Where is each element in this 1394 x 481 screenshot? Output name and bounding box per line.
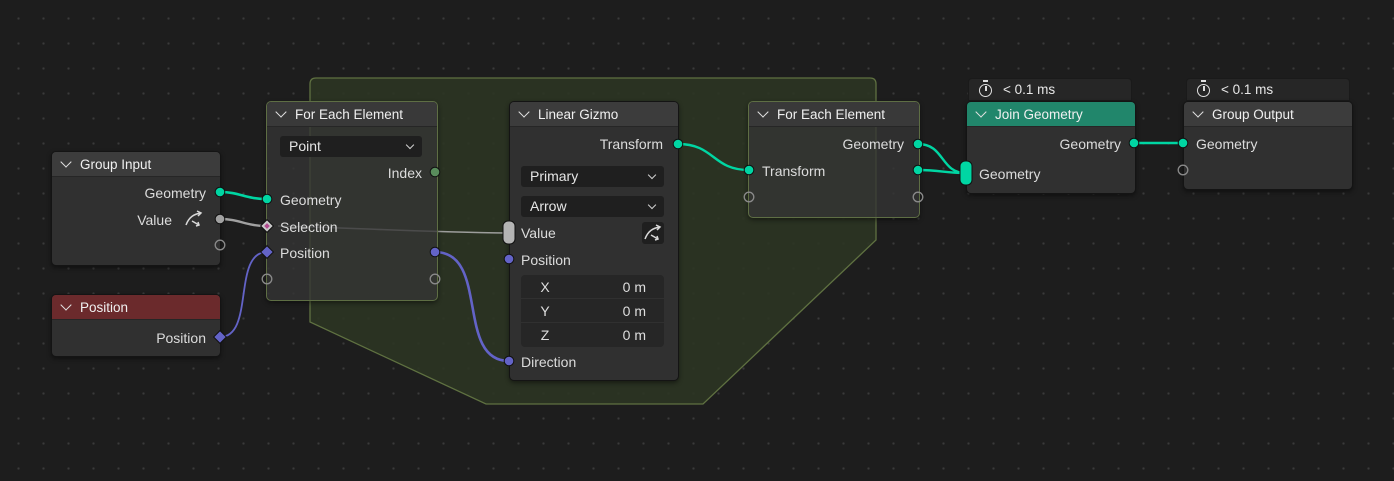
input-label-selection: Selection — [280, 219, 338, 235]
group-input-node[interactable]: Group Input Geometry Value — [51, 151, 221, 266]
linear-gizmo-node[interactable]: Linear Gizmo Transform Primary Arrow Val… — [509, 101, 679, 381]
gizmo-arrow-icon[interactable] — [183, 208, 205, 230]
input-label-position: Position — [521, 252, 571, 268]
node-title: Position — [80, 299, 129, 315]
vector-value: 0 m — [622, 302, 646, 319]
join-geometry-header[interactable]: Join Geometry — [967, 102, 1135, 127]
input-label-geometry: Geometry — [280, 192, 342, 208]
output-label-value: Value — [137, 212, 172, 228]
node-title: For Each Element — [295, 106, 404, 122]
input-label-transform: Transform — [762, 163, 826, 179]
group-output-timing: < 0.1 ms — [1186, 78, 1350, 101]
chevron-down-icon[interactable] — [275, 105, 287, 118]
output-label-geometry: Geometry — [842, 136, 904, 152]
position-node[interactable]: Position Position — [51, 294, 221, 357]
chevron-down-icon[interactable] — [1192, 105, 1204, 118]
node-title: For Each Element — [777, 106, 886, 122]
vector-axis: Y — [540, 302, 550, 319]
chevron-down-icon[interactable] — [518, 105, 530, 118]
output-label-transform: Transform — [599, 136, 663, 152]
vector-axis: X — [540, 278, 550, 295]
node-title: Group Output — [1212, 106, 1294, 122]
chevron-down-icon[interactable] — [60, 155, 72, 168]
stopwatch-icon — [1197, 80, 1210, 97]
linear-gizmo-header[interactable]: Linear Gizmo — [510, 102, 678, 127]
group-output-header[interactable]: Group Output — [1184, 102, 1352, 127]
gizmo-arrow-icon[interactable] — [642, 222, 664, 244]
for-each-input-header[interactable]: For Each Element — [267, 102, 437, 127]
vector-component-z[interactable]: Z 0 m — [521, 323, 664, 347]
input-label-direction: Direction — [521, 354, 577, 370]
for-each-output-header[interactable]: For Each Element — [749, 102, 919, 127]
chevron-down-icon — [647, 170, 657, 180]
node-title: Group Input — [80, 156, 152, 172]
join-geometry-node[interactable]: Join Geometry Geometry Geometry — [966, 101, 1136, 194]
vector-component-y[interactable]: Y 0 m — [521, 299, 664, 323]
for-each-element-input-node[interactable]: For Each Element Point Index Geometry Se… — [266, 101, 438, 301]
node-title: Join Geometry — [995, 106, 1083, 122]
vector-value: 0 m — [622, 278, 646, 295]
output-label-position: Position — [156, 330, 206, 346]
vector-value: 0 m — [622, 327, 646, 343]
group-input-header[interactable]: Group Input — [52, 152, 220, 177]
group-output-node[interactable]: Group Output Geometry — [1183, 101, 1353, 190]
timing-value: < 0.1 ms — [1003, 82, 1056, 97]
domain-value: Point — [289, 138, 321, 154]
color-id-dropdown[interactable]: Primary — [521, 166, 664, 187]
output-label-geometry: Geometry — [1059, 136, 1121, 152]
chevron-down-icon[interactable] — [757, 105, 769, 118]
output-label-index: Index — [387, 165, 422, 181]
join-geometry-timing: < 0.1 ms — [968, 78, 1132, 101]
chevron-down-icon[interactable] — [60, 298, 72, 311]
vector-axis: Z — [540, 327, 550, 343]
chevron-down-icon[interactable] — [975, 105, 987, 118]
input-label-geometry: Geometry — [979, 166, 1041, 182]
domain-dropdown[interactable]: Point — [280, 136, 422, 157]
position-vector-field[interactable]: X 0 m Y 0 m Z 0 m — [521, 275, 664, 347]
draw-style-value: Arrow — [530, 198, 567, 214]
chevron-down-icon — [647, 200, 657, 210]
node-title: Linear Gizmo — [538, 106, 619, 122]
position-header[interactable]: Position — [52, 295, 220, 320]
input-label-position: Position — [280, 245, 330, 261]
draw-style-dropdown[interactable]: Arrow — [521, 196, 664, 217]
timing-value: < 0.1 ms — [1221, 82, 1274, 97]
input-label-geometry: Geometry — [1196, 136, 1258, 152]
output-label-geometry: Geometry — [144, 185, 206, 201]
vector-component-x[interactable]: X 0 m — [521, 275, 664, 299]
stopwatch-icon — [979, 80, 992, 97]
input-label-value: Value — [521, 225, 556, 241]
for-each-element-output-node[interactable]: For Each Element Geometry Transform — [748, 101, 920, 218]
color-id-value: Primary — [530, 168, 579, 184]
chevron-down-icon — [405, 140, 415, 150]
